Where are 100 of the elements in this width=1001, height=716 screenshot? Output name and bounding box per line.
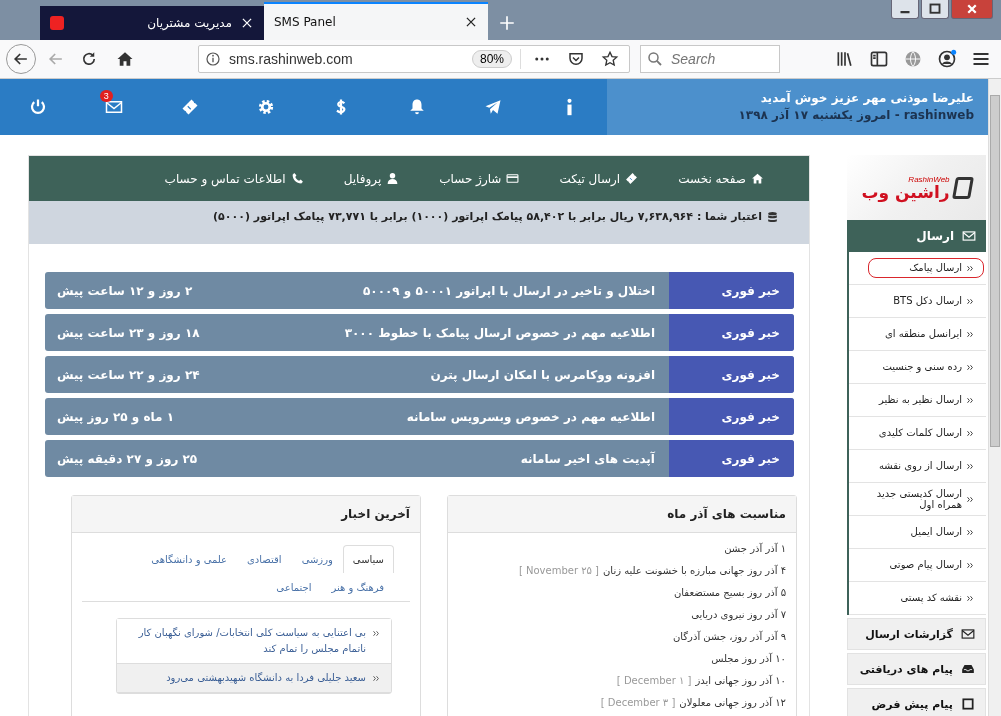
- maximize-icon[interactable]: [921, 0, 949, 19]
- gregorian-date: [ November ۲۵ ]: [518, 564, 599, 576]
- gregorian-date: [ December ۱ ]: [616, 674, 692, 686]
- square-icon: [961, 697, 975, 711]
- news-item[interactable]: بی اعتنایی به سیاست کلی انتخابات/ شورای نگهبان کار ناتمام مجلس را تمام کند: [117, 619, 391, 664]
- news-row[interactable]: خبر فوری اختلال و تاخیر در ارسال با اپراتور ۵۰۰۰۱ و ۵۰۰۰۹ ۲ روز و ۱۲ ساعت پیش: [45, 272, 794, 309]
- bookmark-star-icon[interactable]: [601, 50, 619, 68]
- news-title: اطلاعیه مهم در خصوص ارسال پیامک با خطوط ۳۰۰۰: [343, 325, 656, 340]
- minimize-icon[interactable]: [891, 0, 919, 19]
- news-time: ۱۸ روز و ۲۳ ساعت پیش: [56, 325, 200, 340]
- bell-icon: [408, 98, 427, 116]
- envelope-icon: [104, 98, 123, 116]
- double-chevron-icon: [966, 428, 975, 438]
- occasion-text: ۷ آذر روز نیروی دریایی: [691, 608, 786, 620]
- category-tab[interactable]: فرهنگ و هنر: [321, 573, 394, 601]
- nav-link[interactable]: اطلاعات تماس و حساب: [164, 171, 304, 186]
- menu-group-header[interactable]: پیام پیش فرض: [847, 688, 986, 716]
- occasion-text: ۱۲ آذر روز جهانی معلولان: [679, 696, 786, 708]
- occasion-text: ۱ آذر آذر جشن: [724, 542, 786, 554]
- double-chevron-icon: [966, 593, 975, 603]
- user-icon: [386, 172, 400, 185]
- news-row[interactable]: خبر فوری آپدیت های اخیر سامانه ۲۵ روز و ۲۷ دقیقه پیش: [45, 440, 794, 477]
- menu-item[interactable]: نقشه کد پستی: [891, 588, 984, 608]
- logo-caption: RashinWeb: [908, 174, 950, 184]
- occasion-text: ۹ آذر آذر روز، جشن آذرگان: [672, 630, 786, 642]
- settings-icon: [256, 98, 275, 116]
- news-title: اطلاعیه مهم در خصوص وبسرویس سامانه: [405, 409, 656, 424]
- news-row[interactable]: خبر فوری افزونه ووکامرس با امکان ارسال پترن ۲۴ روز و ۲۲ ساعت پیش: [45, 356, 794, 393]
- account-icon[interactable]: [937, 49, 957, 69]
- nav-link[interactable]: ارسال تیکت: [559, 171, 639, 186]
- logo-mark-icon: [951, 176, 974, 199]
- menu-item[interactable]: ارسال کدپستی جدید همراه اول: [851, 483, 984, 515]
- news-time: ۲ روز و ۱۲ ساعت پیش: [56, 283, 193, 298]
- menu-item[interactable]: ارسال از روی نقشه: [869, 456, 984, 476]
- double-chevron-icon: [966, 560, 975, 570]
- pocket-icon[interactable]: [567, 50, 585, 68]
- credit-text: اعتبار شما : ۷,۶۳۸,۹۶۴ ریال برابر با ۵۸,۴۰۲ پیامک اپراتور (۱۰۰۰) برابر با ۷۳,۷۷۱ پیامک اپراتور (۵۰۰۰): [213, 209, 762, 225]
- panel-title: مناسبت های آذر ماه: [448, 496, 796, 533]
- menu-item[interactable]: ارسال پیامک: [868, 258, 984, 278]
- ticket-icon: [625, 172, 639, 185]
- news-label: خبر فوری: [669, 356, 794, 393]
- new-tab-icon[interactable]: [498, 14, 516, 32]
- news-title: آپدیت های اخیر سامانه: [519, 451, 656, 466]
- sidebar-icon[interactable]: [869, 49, 889, 69]
- double-chevron-icon: [372, 674, 381, 683]
- double-chevron-icon: [966, 395, 975, 405]
- menu-item[interactable]: ایرانسل منطقه ای: [875, 324, 984, 344]
- double-chevron-icon: [372, 629, 381, 638]
- close-icon[interactable]: [951, 0, 993, 19]
- nav-link[interactable]: شارژ حساب: [439, 171, 520, 186]
- paper-plane-icon: [484, 98, 503, 116]
- double-chevron-icon: [966, 329, 975, 339]
- occasion-text: ۱۰ آذر روز جهانی ایدز: [695, 674, 786, 686]
- menu-group-header[interactable]: گزارشات ارسال: [847, 618, 986, 650]
- category-tab[interactable]: اقتصادی: [237, 545, 292, 573]
- nav-link[interactable]: پروفایل: [343, 171, 400, 186]
- ticket-icon: [180, 98, 199, 116]
- double-chevron-icon: [966, 494, 975, 504]
- globe-icon[interactable]: [903, 49, 923, 69]
- category-tab[interactable]: اجتماعی: [266, 573, 322, 601]
- menu-item[interactable]: ارسال نظیر به نظیر: [869, 390, 984, 410]
- scrollbar[interactable]: [988, 79, 1001, 716]
- search-field[interactable]: Search: [640, 45, 780, 73]
- close-tab-icon[interactable]: [240, 16, 254, 30]
- info-icon[interactable]: [205, 51, 221, 67]
- menu-item[interactable]: ارسال پیام صوتی: [880, 555, 984, 575]
- news-title: اختلال و تاخیر در ارسال با اپراتور ۵۰۰۰۱ و ۵۰۰۰۹: [362, 283, 656, 298]
- logo-text: راشین وب: [861, 183, 950, 201]
- browser-tab[interactable]: SMS Panel: [264, 2, 488, 40]
- occasion-text: ۵ آذر روز بسیج مستضعفان: [673, 586, 786, 598]
- menu-item[interactable]: ارسال کلمات کلیدی: [869, 423, 984, 443]
- browser-tab[interactable]: مدیریت مشتریان: [40, 6, 264, 40]
- menu-item[interactable]: ارسال ایمیل: [901, 522, 984, 542]
- news-label: خبر فوری: [669, 314, 794, 351]
- menu-section-header[interactable]: ارسال: [847, 220, 986, 252]
- scroll-thumb[interactable]: [990, 95, 1000, 447]
- info-icon: [565, 98, 573, 116]
- close-tab-icon[interactable]: [464, 15, 478, 29]
- date-text: rashinweb - امروز یکشنبه ۱۷ آذر ۱۳۹۸: [737, 108, 974, 122]
- news-label: خبر فوری: [669, 440, 794, 477]
- news-label: خبر فوری: [669, 398, 794, 435]
- menu-group-header[interactable]: پیام های دریافتی: [847, 653, 986, 685]
- inbox-icon: [961, 662, 975, 676]
- address-bar[interactable]: sms.rashinweb.com 80%: [198, 45, 630, 73]
- category-tab[interactable]: ورزشی: [291, 545, 343, 573]
- nav-link[interactable]: صفحه نخست: [678, 171, 764, 186]
- category-tab[interactable]: علمی و دانشگاهی: [141, 545, 238, 573]
- credit-card-icon: [506, 172, 520, 185]
- phone-icon: [290, 172, 304, 185]
- news-row[interactable]: خبر فوری اطلاعیه مهم در خصوص وبسرویس سامانه ۱ ماه و ۲۵ روز پیش: [45, 398, 794, 435]
- category-tab[interactable]: سیاسی: [342, 545, 394, 573]
- menu-item[interactable]: رده سنی و جنسیت: [873, 357, 984, 377]
- news-item[interactable]: سعید جلیلی فردا به دانشگاه شهیدبهشتی می‌رود: [117, 664, 391, 693]
- zoom-level[interactable]: 80%: [471, 50, 512, 68]
- home-icon[interactable]: [116, 50, 134, 68]
- search-icon: [646, 50, 664, 68]
- reload-icon[interactable]: [80, 50, 98, 68]
- double-chevron-icon: [966, 263, 975, 273]
- menu-item[interactable]: ارسال دکل BTS: [884, 291, 984, 311]
- news-row[interactable]: خبر فوری اطلاعیه مهم در خصوص ارسال پیامک با خطوط ۳۰۰۰ ۱۸ روز و ۲۳ ساعت پیش: [45, 314, 794, 351]
